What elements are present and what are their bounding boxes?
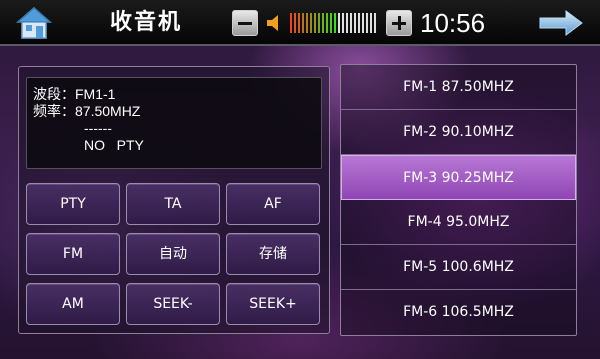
volume-bar-segment <box>322 13 324 33</box>
clock: 10:56 <box>420 8 486 38</box>
seek-down-button[interactable]: SEEK- <box>126 283 220 325</box>
radio-screen: 收音机 10:56 波段：FM1-1 频率：87.50MHZ ------ NO… <box>0 0 600 359</box>
speaker-icon <box>264 13 284 33</box>
rds-divider-text: ------ <box>84 120 112 136</box>
preset-list: FM-1 87.50MHZ FM-2 90.10MHZ FM-3 90.25MH… <box>340 64 577 336</box>
volume-bar-segment <box>290 13 292 33</box>
home-icon <box>16 7 52 39</box>
preset-item-fm5[interactable]: FM-5 100.6MHZ <box>341 245 576 290</box>
pty-button[interactable]: PTY <box>26 183 120 225</box>
auto-scan-button[interactable]: 自动 <box>126 233 220 275</box>
home-button[interactable] <box>16 5 52 41</box>
volume-level-bar[interactable] <box>288 11 378 35</box>
preset-item-fm6[interactable]: FM-6 106.5MHZ <box>341 290 576 335</box>
preset-item-fm2[interactable]: FM-2 90.10MHZ <box>341 110 576 155</box>
volume-bar-segment <box>350 13 352 33</box>
af-button[interactable]: AF <box>226 183 320 225</box>
volume-bar-segment <box>370 13 372 33</box>
control-panel: 波段：FM1-1 频率：87.50MHZ ------ NO PTY PTY T… <box>18 66 330 334</box>
volume-bar-segment <box>318 13 320 33</box>
store-button[interactable]: 存储 <box>226 233 320 275</box>
volume-bar-segment <box>310 13 312 33</box>
top-bar: 收音机 10:56 <box>0 0 600 46</box>
volume-bar-segment <box>362 13 364 33</box>
volume-bar-segment <box>374 13 376 33</box>
pty-status-text: NO PTY <box>84 137 144 153</box>
volume-bar-segment <box>338 13 340 33</box>
preset-item-fm1[interactable]: FM-1 87.50MHZ <box>341 65 576 110</box>
volume-bar-segment <box>330 13 332 33</box>
volume-bar-segment <box>294 13 296 33</box>
ta-button[interactable]: TA <box>126 183 220 225</box>
volume-bar-segment <box>366 13 368 33</box>
am-button[interactable]: AM <box>26 283 120 325</box>
volume-bar-segment <box>326 13 328 33</box>
volume-bar-segment <box>314 13 316 33</box>
station-info-display: 波段：FM1-1 频率：87.50MHZ ------ NO PTY <box>26 77 322 169</box>
forward-button[interactable] <box>538 9 584 37</box>
volume-bar-segment <box>354 13 356 33</box>
volume-up-button[interactable] <box>386 10 412 36</box>
volume-bar-segment <box>298 13 300 33</box>
band-text: 波段：FM1-1 <box>33 86 116 102</box>
volume-bar-segment <box>358 13 360 33</box>
volume-down-button[interactable] <box>232 10 258 36</box>
volume-bar-segment <box>334 13 336 33</box>
arrow-right-icon <box>539 10 583 36</box>
preset-item-fm4[interactable]: FM-4 95.0MHZ <box>341 200 576 245</box>
volume-bar-segment <box>302 13 304 33</box>
volume-bar-segment <box>306 13 308 33</box>
fm-button[interactable]: FM <box>26 233 120 275</box>
seek-up-button[interactable]: SEEK+ <box>226 283 320 325</box>
frequency-text: 频率：87.50MHZ <box>33 103 141 119</box>
volume-bar-segment <box>346 13 348 33</box>
volume-bar-segment <box>342 13 344 33</box>
page-title: 收音机 <box>110 10 183 35</box>
preset-item-fm3[interactable]: FM-3 90.25MHZ <box>341 155 576 200</box>
